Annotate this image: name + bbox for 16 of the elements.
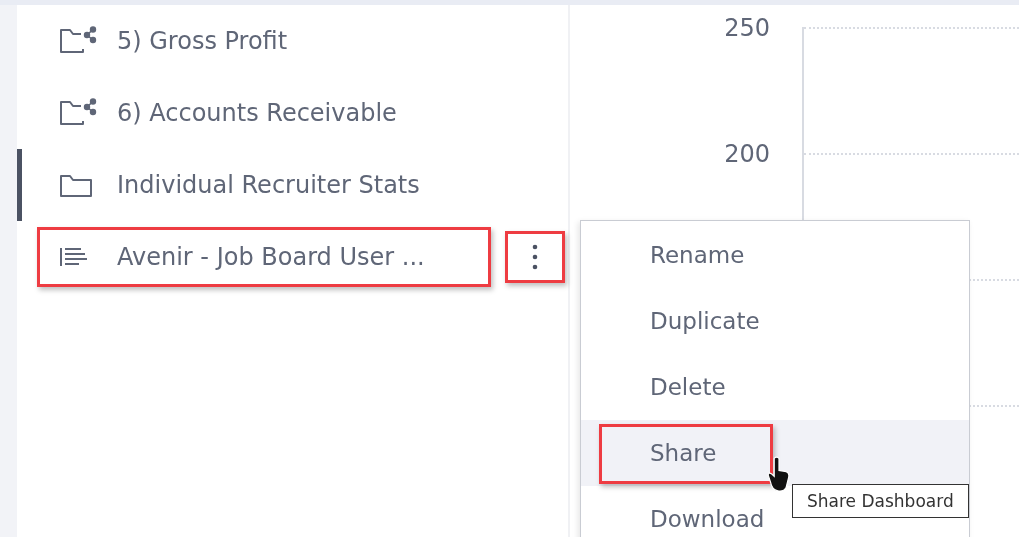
- axis-label: 200: [724, 139, 770, 169]
- menu-item[interactable]: Share: [581, 420, 969, 486]
- tooltip: Share Dashboard: [792, 484, 969, 518]
- sidebar-item[interactable]: Avenir - Job Board User ...: [17, 229, 497, 285]
- axis-label: 250: [724, 13, 770, 43]
- shared-folder-icon: [57, 98, 97, 128]
- more-options-button[interactable]: [505, 231, 565, 283]
- shared-folder-icon: [57, 26, 97, 56]
- sidebar-item[interactable]: Individual Recruiter Stats: [17, 149, 497, 221]
- sidebar-item[interactable]: 5) Gross Profit: [17, 13, 497, 69]
- menu-item[interactable]: Rename: [581, 222, 969, 288]
- sidebar-item[interactable]: 6) Accounts Receivable: [17, 85, 497, 141]
- menu-item[interactable]: Duplicate: [581, 288, 969, 354]
- menu-item[interactable]: Delete: [581, 354, 969, 420]
- hand-cursor-icon: [766, 456, 792, 492]
- kebab-icon: [532, 244, 538, 270]
